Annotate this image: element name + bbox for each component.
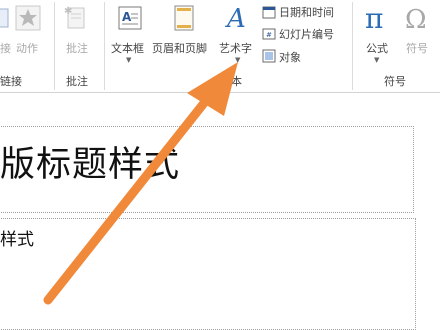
annotation-arrow-icon [43,62,238,305]
